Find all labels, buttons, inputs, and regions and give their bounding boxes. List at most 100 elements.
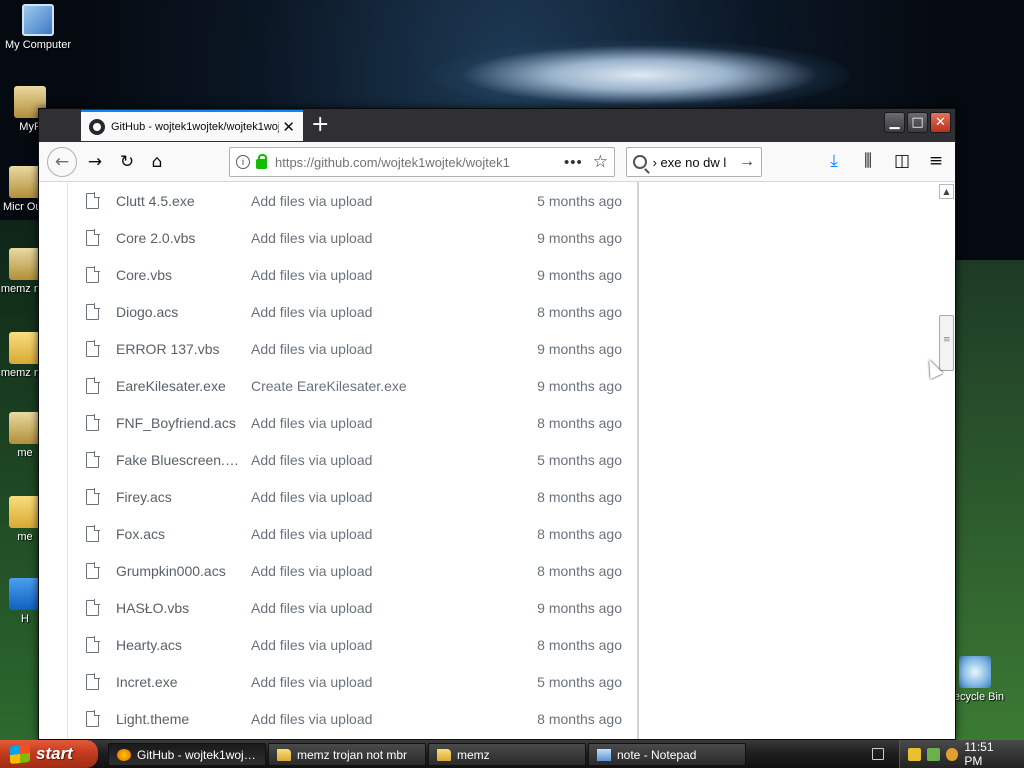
start-button[interactable]: start — [0, 740, 98, 768]
url-bar[interactable]: i https://github.com/wojtek1wojtek/wojte… — [229, 147, 615, 177]
file-name-link[interactable]: Incret.exe — [116, 674, 241, 690]
computer-icon — [22, 4, 54, 36]
tab-github[interactable]: GitHub - wojtek1wojtek/wojtek1wojtek ✕ — [81, 110, 303, 141]
file-name-link[interactable]: ERROR 137.vbs — [116, 341, 241, 357]
page-actions-icon[interactable]: ••• — [564, 154, 583, 171]
commit-message-link[interactable]: Add files via upload — [251, 526, 511, 542]
file-row[interactable]: Light.theme Add files via upload 8 months … — [68, 700, 638, 737]
desktop-icon-label: me — [17, 447, 33, 459]
taskbar-item-label: GitHub - wojtek1wojt... — [137, 747, 257, 762]
file-name-link[interactable]: Diogo.acs — [116, 304, 241, 320]
file-name-link[interactable]: HASŁO.vbs — [116, 600, 241, 616]
commit-message-link[interactable]: Add files via upload — [251, 230, 511, 246]
file-name-link[interactable]: Clutt 4.5.exe — [116, 193, 241, 209]
file-row[interactable]: HASŁO.vbs Add files via upload 9 months ag… — [68, 589, 638, 626]
file-row[interactable]: Core.vbs Add files via upload 9 months ago — [68, 256, 638, 293]
commit-message-link[interactable]: Add files via upload — [251, 452, 511, 468]
minimize-button[interactable]: ▁ — [884, 112, 905, 133]
taskbar-item-memz[interactable]: memz — [428, 743, 586, 766]
security-shield-icon[interactable] — [908, 747, 921, 761]
file-row[interactable]: Diogo.acs Add files via upload 8 months ag… — [68, 293, 638, 330]
commit-message-link[interactable]: Add files via upload — [251, 267, 511, 283]
commit-message-link[interactable]: Add files via upload — [251, 304, 511, 320]
library-icon[interactable]: ⫼ — [857, 150, 879, 172]
taskbar-item-label: memz trojan not mbr — [297, 747, 408, 762]
sidebar-icon[interactable]: ◫ — [891, 150, 913, 172]
desktop-icon-label: My Computer — [4, 39, 72, 51]
commit-age: 9 months ago — [537, 229, 622, 246]
download-icon[interactable]: ⤓ — [823, 150, 845, 172]
taskbar-item-notepad[interactable]: note - Notepad — [588, 743, 746, 766]
commit-message-link[interactable]: Add files via upload — [251, 637, 511, 653]
file-name-link[interactable]: Grumpkin000.acs — [116, 563, 241, 579]
commit-message-link[interactable]: Create EareKilesater.exe — [251, 378, 511, 394]
taskbar-item-memz-trojan[interactable]: memz trojan not mbr — [268, 743, 426, 766]
back-button[interactable]: ← — [47, 147, 77, 177]
window-controls: ▁ □ ✕ — [884, 112, 951, 133]
info-icon[interactable]: i — [236, 155, 250, 169]
file-row[interactable]: Hearty.acs Add files via upload 8 months a… — [68, 626, 638, 663]
file-row[interactable]: ERROR 137.vbs Add files via upload 9 month… — [68, 330, 638, 367]
system-tray: 11:51 PM — [899, 740, 1024, 768]
scrollbar[interactable]: ▲ — [938, 182, 955, 739]
tab-title: GitHub - wojtek1wojtek/wojtek1wojtek — [111, 120, 279, 133]
commit-age: 5 months ago — [537, 673, 622, 690]
scroll-up-icon[interactable]: ▲ — [939, 184, 954, 199]
file-row[interactable]: FNF_Boyfriend.acs Add files via upload 8 m… — [68, 404, 638, 441]
file-icon — [86, 303, 100, 320]
forward-button[interactable]: → — [83, 150, 107, 174]
new-tab-button[interactable]: + — [311, 113, 329, 137]
close-window-button[interactable]: ✕ — [930, 112, 951, 133]
search-input[interactable]: › exe no dw l — [653, 155, 737, 170]
file-icon — [9, 248, 41, 280]
file-row[interactable]: Grumpkin000.acs Add files via upload 8 mon… — [68, 552, 638, 589]
star-icon[interactable]: ☆ — [593, 152, 608, 172]
file-list: Clutt 4.5.exe Add files via upload 5 month… — [67, 182, 639, 739]
reload-button[interactable]: ↻ — [115, 150, 139, 174]
taskbar-item-label: note - Notepad — [617, 747, 697, 762]
file-row[interactable]: EareKilesater.exe Create EareKilesater.ex… — [68, 367, 638, 404]
commit-message-link[interactable]: Add files via upload — [251, 341, 511, 357]
keyboard-icon[interactable] — [872, 748, 884, 760]
file-icon — [86, 266, 100, 283]
commit-message-link[interactable]: Add files via upload — [251, 193, 511, 209]
search-bar[interactable]: › exe no dw l → — [626, 147, 762, 177]
file-name-link[interactable]: Light.theme — [116, 711, 241, 727]
file-name-link[interactable]: Hearty.acs — [116, 637, 241, 653]
network-icon[interactable] — [926, 747, 940, 761]
close-tab-icon[interactable]: ✕ — [282, 118, 295, 136]
file-name-link[interactable]: FNF_Boyfriend.acs — [116, 415, 241, 431]
scroll-thumb[interactable] — [939, 315, 954, 371]
commit-message-link[interactable]: Add files via upload — [251, 600, 511, 616]
file-row[interactable]: Clutt 4.5.exe Add files via upload 5 month… — [68, 182, 638, 219]
commit-message-link[interactable]: Add files via upload — [251, 711, 511, 727]
maximize-button[interactable]: □ — [907, 112, 928, 133]
commit-message-link[interactable]: Add files via upload — [251, 415, 511, 431]
desktop-icon-label: me — [17, 531, 33, 543]
menu-icon[interactable]: ≡ — [925, 150, 947, 172]
file-name-link[interactable]: Core.vbs — [116, 267, 241, 283]
file-name-link[interactable]: Fake Bluescreen.e... — [116, 452, 241, 468]
commit-age: 8 months ago — [537, 562, 622, 579]
file-row[interactable]: Core 2.0.vbs Add files via upload 9 months… — [68, 219, 638, 256]
commit-message-link[interactable]: Add files via upload — [251, 489, 511, 505]
commit-message-link[interactable]: Add files via upload — [251, 563, 511, 579]
home-button[interactable]: ⌂ — [145, 150, 169, 174]
file-name-link[interactable]: EareKilesater.exe — [116, 378, 241, 394]
file-name-link[interactable]: Core 2.0.vbs — [116, 230, 241, 246]
file-name-link[interactable]: Fox.acs — [116, 526, 241, 542]
file-row[interactable]: Firey.acs Add files via upload 8 months ag… — [68, 478, 638, 515]
url-text[interactable]: https://github.com/wojtek1wojtek/wojtek1 — [275, 155, 545, 170]
commit-message-link[interactable]: Add files via upload — [251, 674, 511, 690]
file-row[interactable]: Incret.exe Add files via upload 5 months a… — [68, 663, 638, 700]
clock[interactable]: 11:51 PM — [964, 740, 1014, 768]
file-name-link[interactable]: Firey.acs — [116, 489, 241, 505]
file-row[interactable]: Fox.acs Add files via upload 8 months ago — [68, 515, 638, 552]
folder-icon — [437, 748, 451, 761]
search-go-icon[interactable]: → — [739, 153, 755, 171]
file-row[interactable]: Fake Bluescreen.e... Add files via upload… — [68, 441, 638, 478]
desktop-icon-my-computer[interactable]: My Computer — [0, 4, 76, 51]
taskbar-item-label: memz — [457, 747, 490, 762]
taskbar-item-github[interactable]: GitHub - wojtek1wojt... — [108, 743, 266, 766]
search-tray-icon[interactable] — [945, 747, 959, 761]
